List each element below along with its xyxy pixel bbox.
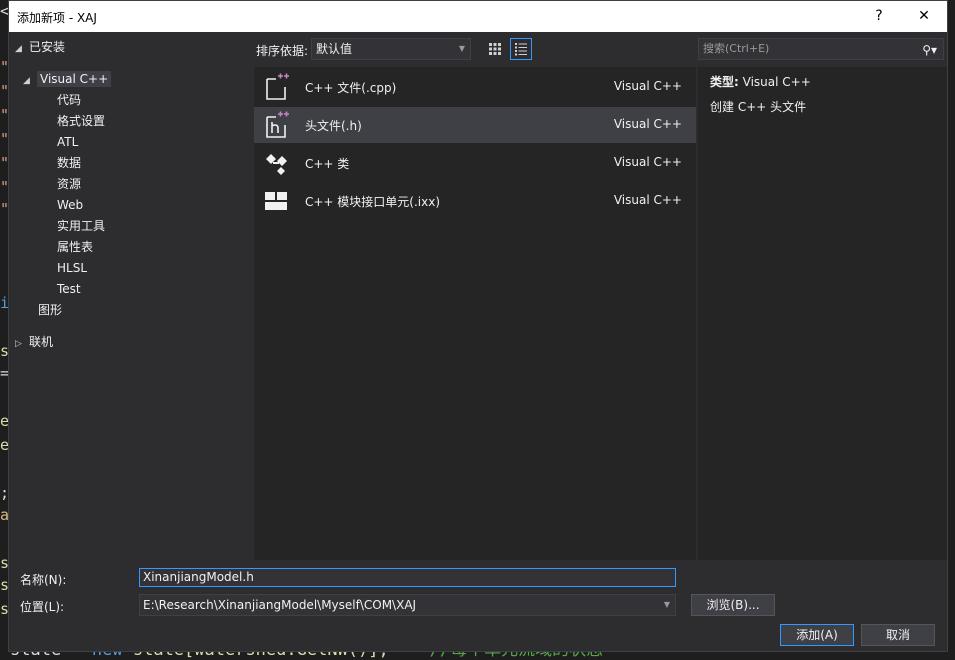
template-name: C++ 文件(.cpp) — [305, 81, 397, 95]
collapsed-arrow-icon[interactable]: ▷ — [15, 334, 29, 354]
template-name: C++ 模块接口单元(.ixx) — [305, 195, 441, 209]
tree-item-property-sheets[interactable]: 属性表 — [57, 237, 93, 257]
tree-item-graphics[interactable]: 图形 — [38, 300, 62, 320]
sort-toolbar: 排序依据: 默认值 ▼ — [256, 32, 696, 64]
tree-item-test[interactable]: Test — [57, 279, 81, 299]
type-label: 类型: — [710, 75, 739, 89]
title-bar: 添加新项 - XAJ ? ✕ — [9, 1, 947, 32]
template-row-module[interactable]: C++ 模块接口单元(.ixx) Visual C++ — [254, 183, 696, 219]
template-language: Visual C++ — [613, 79, 682, 93]
add-new-item-dialog: 添加新项 - XAJ ? ✕ ◢ 已安装 ◢ Visual C++ 代码 格式设置 … — [8, 0, 948, 652]
tree-item-installed[interactable]: ◢ 已安装 — [15, 37, 65, 57]
cancel-button[interactable]: 取消 — [861, 624, 935, 646]
class-icon — [266, 154, 287, 175]
sort-value: 默认值 — [316, 42, 353, 56]
add-button[interactable]: 添加(A) — [780, 624, 854, 646]
type-value: Visual C++ — [742, 75, 811, 89]
details-view-button[interactable] — [510, 38, 532, 60]
search-placeholder: 搜索(Ctrl+E) — [703, 42, 770, 55]
template-language: Visual C++ — [613, 193, 682, 207]
search-icon[interactable]: ⚲▾ — [922, 40, 937, 60]
list-icon — [515, 43, 527, 56]
small-icons-view-button[interactable] — [484, 38, 506, 60]
template-details-panel: 类型: Visual C++ 创建 C++ 头文件 — [698, 67, 947, 560]
tree-item-atl[interactable]: ATL — [57, 132, 78, 152]
tree-item-resource[interactable]: 资源 — [57, 174, 81, 194]
tree-item-formatting[interactable]: 格式设置 — [57, 111, 105, 131]
template-language: Visual C++ — [613, 155, 682, 169]
tree-item-hlsl[interactable]: HLSL — [57, 258, 87, 278]
location-dropdown[interactable]: E:\Research\XinanjiangModel\Myself\COM\X… — [139, 594, 676, 616]
close-button[interactable]: ✕ — [906, 5, 942, 27]
chevron-down-icon: ▼ — [458, 44, 465, 53]
tree-item-utility[interactable]: 实用工具 — [57, 216, 105, 236]
name-field[interactable]: XinanjiangModel.h — [139, 568, 676, 587]
name-label: 名称(N): — [20, 573, 67, 587]
template-name: 头文件(.h) — [305, 119, 362, 133]
sort-dropdown[interactable]: 默认值 ▼ — [311, 38, 471, 60]
tree-item-label: 联机 — [29, 335, 54, 349]
tree-item-label: 已安装 — [29, 40, 66, 54]
category-tree: ◢ 已安装 ◢ Visual C++ 代码 格式设置 ATL 数据 资源 Web 实… — [9, 32, 254, 560]
tree-item-label: Visual C++ — [37, 71, 112, 87]
type-row: 类型: Visual C++ — [710, 73, 811, 90]
tree-item-web[interactable]: Web — [57, 195, 83, 215]
template-language: Visual C++ — [613, 117, 682, 131]
browse-button[interactable]: 浏览(B)... — [691, 594, 775, 616]
module-icon — [265, 192, 287, 210]
tree-item-data[interactable]: 数据 — [57, 153, 81, 173]
cpp-file-icon — [266, 73, 289, 100]
search-input[interactable]: 搜索(Ctrl+E) ⚲▾ — [698, 38, 944, 60]
window-title: 添加新项 - XAJ — [17, 11, 97, 25]
expanded-arrow-icon[interactable]: ◢ — [15, 39, 29, 59]
location-label: 位置(L): — [20, 600, 65, 614]
tree-item-code[interactable]: 代码 — [57, 90, 81, 110]
tree-item-online[interactable]: ▷ 联机 — [15, 332, 53, 352]
chevron-down-icon: ▼ — [663, 600, 670, 609]
template-name: C++ 类 — [305, 157, 350, 171]
sort-label: 排序依据: — [256, 44, 309, 58]
grid-icon — [489, 43, 501, 55]
tree-item-visual-cpp[interactable]: ◢ Visual C++ — [23, 69, 112, 91]
expanded-arrow-icon[interactable]: ◢ — [23, 71, 37, 91]
help-button[interactable]: ? — [861, 5, 897, 27]
template-description: 创建 C++ 头文件 — [710, 100, 807, 114]
template-row-class[interactable]: C++ 类 Visual C++ — [254, 145, 696, 181]
template-list: C++ 文件(.cpp) Visual C++ 头文件(.h) Visual C… — [254, 67, 696, 560]
template-row-cpp[interactable]: C++ 文件(.cpp) Visual C++ — [254, 69, 696, 105]
template-row-header[interactable]: 头文件(.h) Visual C++ — [254, 107, 696, 143]
location-value: E:\Research\XinanjiangModel\Myself\COM\X… — [143, 598, 417, 612]
header-file-icon — [266, 111, 289, 138]
